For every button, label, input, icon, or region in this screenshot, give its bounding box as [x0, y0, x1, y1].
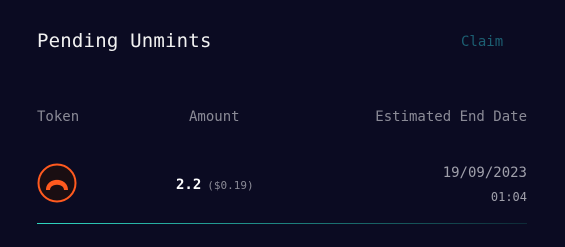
- amount-usd-value: ($0.19): [207, 179, 254, 192]
- column-header-amount: Amount: [189, 109, 240, 125]
- claim-button[interactable]: Claim: [461, 34, 503, 50]
- end-date: 19/09/2023: [442, 165, 527, 181]
- column-header-token: Token: [37, 109, 80, 125]
- end-time: 01:04: [490, 190, 527, 204]
- pending-unmints-card: Pending Unmints Claim Token Amount Estim…: [0, 0, 565, 247]
- amount-cell: 2.2 ($0.19): [176, 177, 254, 193]
- amount-value: 2.2: [176, 177, 202, 193]
- row-divider: [37, 223, 527, 224]
- column-header-end-date: Estimated End Date: [375, 109, 527, 125]
- crescent-token-icon: [37, 163, 77, 203]
- page-title: Pending Unmints: [37, 30, 212, 52]
